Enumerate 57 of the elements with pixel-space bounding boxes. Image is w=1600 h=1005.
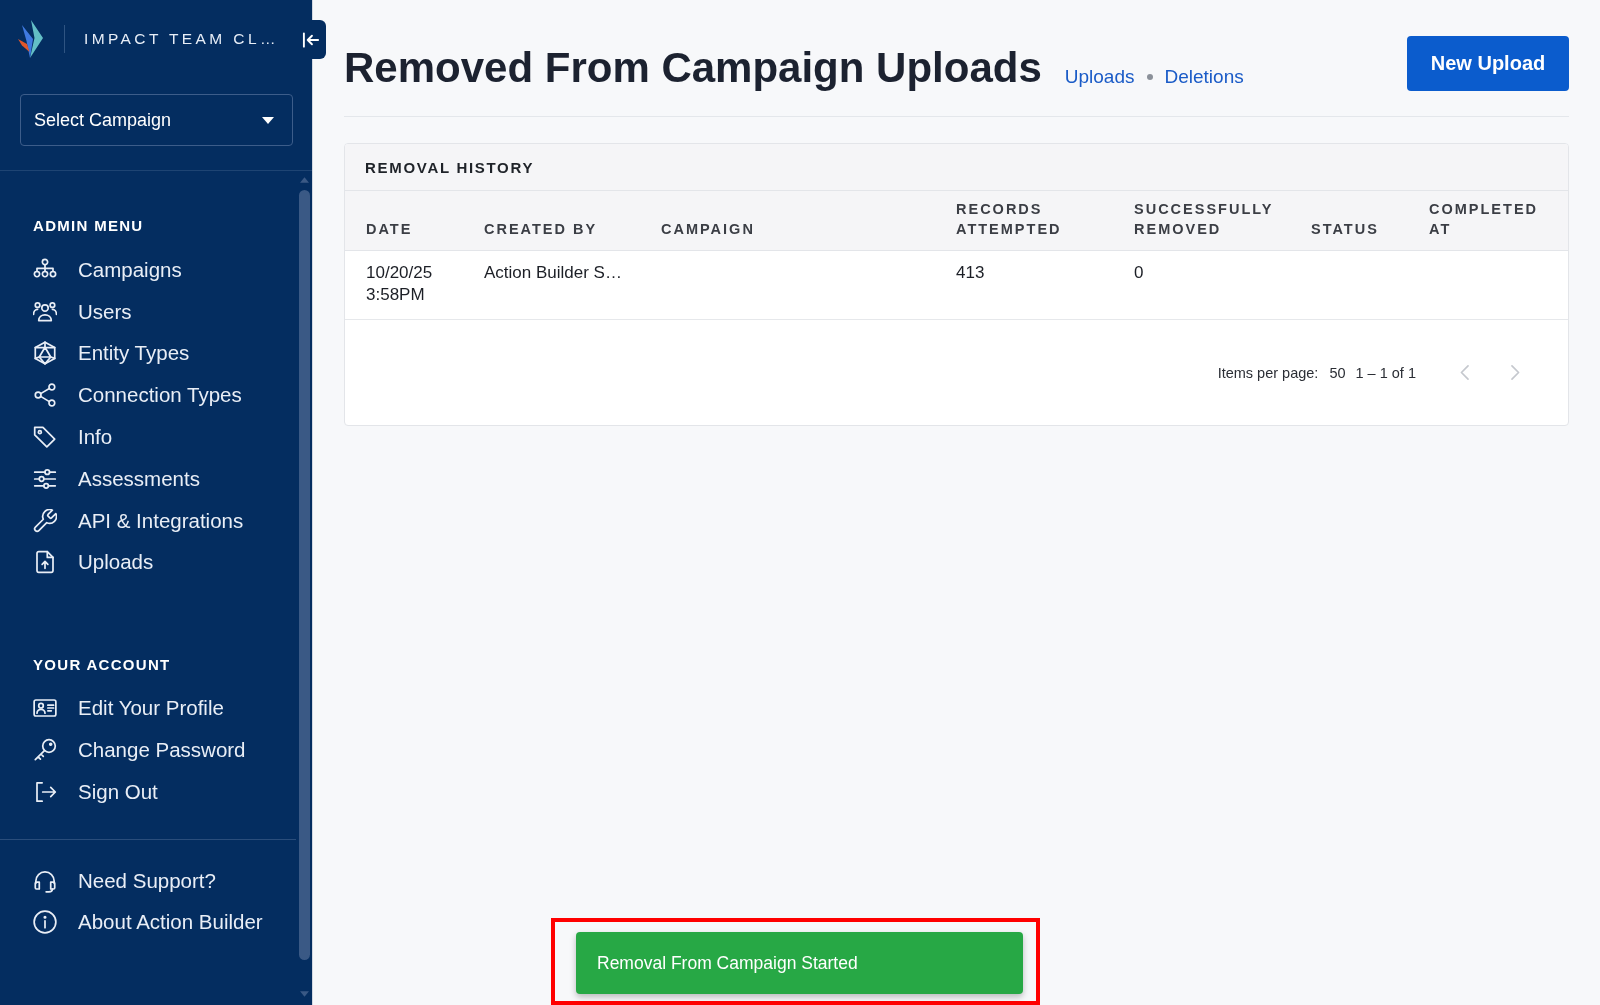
header-link[interactable]: Deletions	[1164, 66, 1244, 88]
scroll-down-arrow-icon[interactable]	[300, 991, 309, 997]
key-icon	[33, 738, 57, 763]
column-header[interactable]: SUCCESSFULLY REMOVED	[1134, 199, 1311, 239]
section-heading: ADMIN MENU	[33, 216, 145, 236]
nav-link[interactable]: Sign Out	[33, 770, 312, 813]
column-header[interactable]: COMPLETED AT	[1429, 199, 1568, 239]
toast-message: Removal From Campaign Started	[576, 932, 1023, 994]
caret-icon	[262, 116, 274, 124]
nav-link[interactable]: Need Support?	[33, 859, 312, 902]
headset-icon	[33, 868, 57, 893]
dot-icon	[1146, 74, 1153, 80]
page-title: Removed From Campaign Uploads	[344, 43, 1042, 93]
file-upload-icon	[33, 550, 57, 575]
nav-link[interactable]: Assessments	[33, 458, 312, 500]
nav-link[interactable]: Edit Your Profile	[33, 687, 312, 730]
nav-link[interactable]: Campaigns	[33, 249, 312, 291]
scroll-up-arrow-icon[interactable]	[300, 177, 309, 183]
nav-link[interactable]: About Action Builder	[33, 901, 312, 944]
campaign-select[interactable]: Select Campaign	[20, 94, 293, 146]
table-cell-text: 0	[1134, 262, 1145, 284]
polyhedron-icon	[33, 341, 57, 366]
header-link[interactable]: Uploads	[1064, 66, 1135, 88]
users-icon	[33, 299, 57, 324]
items-per-page-label: Items per page:	[1217, 364, 1319, 381]
page-range: 1 – 1 of 1	[1355, 364, 1416, 381]
collapse-icon	[302, 31, 320, 48]
nav-link[interactable]: Users	[33, 290, 312, 333]
table-cell-text: 413	[956, 262, 986, 284]
logo-icon	[18, 20, 44, 58]
brand-name: IMPACT TEAM CL…	[84, 30, 279, 48]
info-icon	[33, 910, 57, 935]
chevron-right-icon	[1510, 365, 1520, 380]
column-header[interactable]: CAMPAIGN	[661, 219, 956, 239]
tag-icon	[33, 425, 57, 450]
column-header[interactable]: RECORDS ATTEMPTED	[956, 199, 1134, 239]
sliders-icon	[33, 466, 57, 491]
nav-link[interactable]: API & Integrations	[33, 499, 312, 542]
nav-link[interactable]: Connection Types	[33, 374, 312, 417]
nav-link[interactable]: Uploads	[33, 541, 312, 584]
section-heading: YOUR ACCOUNT	[33, 655, 172, 676]
nav-link[interactable]: Entity Types	[33, 332, 312, 375]
new-upload-button[interactable]: New Upload	[1407, 36, 1569, 91]
chevron-left-icon	[1459, 365, 1469, 380]
nav-link[interactable]: Change Password	[33, 729, 312, 771]
table-cell-text: Action Builder S…	[484, 262, 623, 284]
sign-out-icon	[33, 779, 57, 804]
page-size-select[interactable]: 50	[1329, 364, 1346, 381]
card-title: REMOVAL HISTORY	[345, 144, 1568, 191]
table-cell-text: 10/20/25 3:58PM	[366, 262, 434, 306]
column-header[interactable]: DATE	[366, 219, 484, 239]
share-icon	[33, 383, 57, 408]
wrench-icon	[33, 508, 57, 533]
column-header[interactable]: CREATED BY	[484, 219, 661, 239]
nav-link[interactable]: Info	[33, 416, 312, 458]
scrollbar-thumb[interactable]	[299, 190, 310, 960]
column-header[interactable]: STATUS	[1311, 219, 1429, 239]
